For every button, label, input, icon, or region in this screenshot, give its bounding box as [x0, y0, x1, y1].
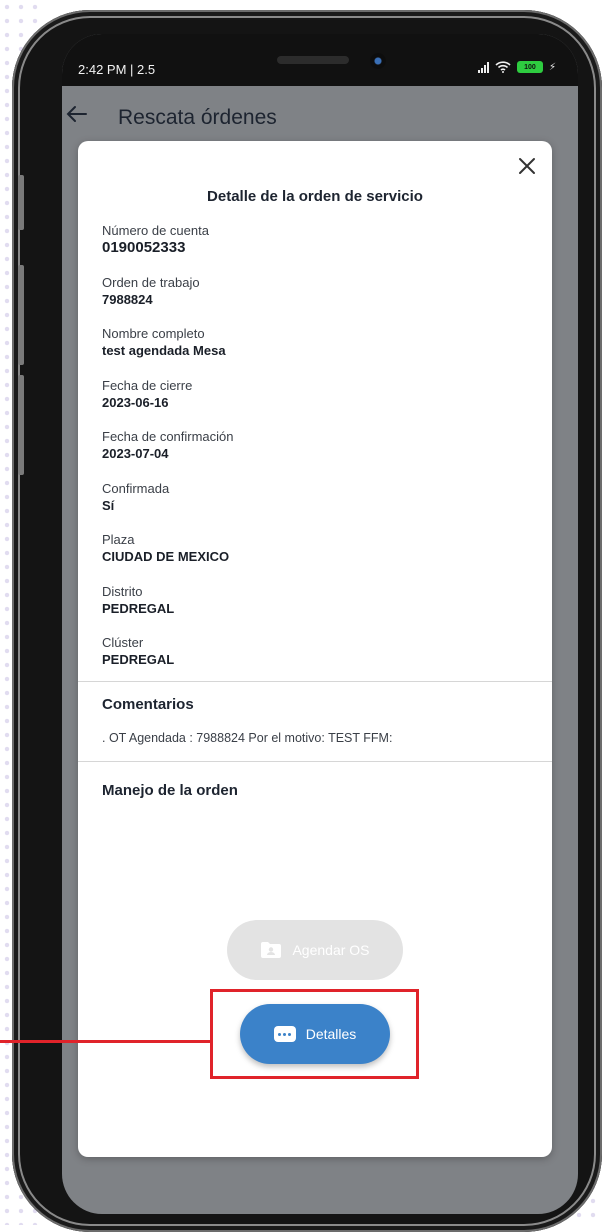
field-value: 0190052333: [102, 239, 186, 256]
page-title: Rescata órdenes: [118, 106, 277, 129]
folder-user-icon: [260, 941, 282, 959]
field-value: CIUDAD DE MEXICO: [102, 549, 230, 564]
field-label: Fecha de confirmación: [102, 429, 234, 444]
field-value: 2023-07-04: [102, 446, 169, 461]
field-account-number: Número de cuenta 0190052333: [102, 222, 234, 274]
field-plaza: Plaza CIUDAD DE MEXICO: [102, 531, 234, 583]
field-label: Fecha de cierre: [102, 377, 193, 393]
field-work-order: Orden de trabajo 7988824: [102, 274, 234, 326]
field-close-date: Fecha de cierre 2023-06-16: [102, 377, 234, 429]
front-camera: [370, 53, 386, 69]
status-icons: 100 ⚡: [477, 61, 556, 73]
charging-icon: ⚡: [548, 61, 556, 73]
comments-text: . OT Agendada : 7988824 Por el motivo: T…: [102, 731, 393, 745]
field-label: Orden de trabajo: [102, 274, 200, 290]
field-value: PEDREGAL: [102, 600, 175, 616]
field-confirmation-date: Fecha de confirmación 2023-07-04: [102, 428, 234, 480]
wifi-icon: [495, 61, 511, 73]
divider: [78, 761, 552, 762]
field-label: Número de cuenta: [102, 223, 209, 238]
field-confirmed: Confirmada Sí: [102, 480, 234, 532]
field-label: Plaza: [102, 532, 135, 547]
field-value: 7988824: [102, 291, 153, 307]
annotation-pointer-line: [0, 1040, 212, 1043]
arrow-left-icon[interactable]: [64, 104, 88, 128]
battery-icon: 100: [516, 61, 543, 73]
field-label: Distrito: [102, 583, 143, 599]
status-bar: 2:42 PM | 2.5 100 ⚡: [62, 34, 578, 86]
status-time: 2:42 PM | 2.5: [78, 62, 156, 77]
field-cluster: Clúster PEDREGAL: [102, 634, 234, 686]
field-value: Sí: [102, 497, 115, 513]
close-icon[interactable]: [516, 155, 538, 177]
field-value: PEDREGAL: [102, 652, 175, 667]
field-label: Confirmada: [102, 480, 170, 496]
dialog-title: Detalle de la orden de servicio: [207, 188, 423, 205]
order-handling-heading: Manejo de la orden: [102, 782, 238, 799]
speaker-grille: [277, 56, 349, 64]
schedule-os-label: Agendar OS: [292, 942, 370, 958]
schedule-os-button: Agendar OS: [227, 920, 403, 980]
side-button: [18, 175, 24, 230]
comments-heading: Comentarios: [102, 696, 194, 713]
field-value: test agendada Mesa: [102, 343, 226, 358]
field-label: Clúster: [102, 635, 144, 650]
highlight-box: [210, 989, 419, 1079]
divider: [78, 681, 552, 682]
field-full-name: Nombre completo test agendada Mesa: [102, 325, 234, 377]
volume-up-button: [18, 265, 24, 365]
field-district: Distrito PEDREGAL: [102, 583, 234, 635]
volume-down-button: [18, 375, 24, 475]
field-value: 2023-06-16: [102, 394, 169, 410]
order-fields: Número de cuenta 0190052333 Orden de tra…: [102, 222, 234, 686]
app-bar: Rescata órdenes: [62, 86, 578, 144]
signal-icon: [477, 61, 489, 73]
field-label: Nombre completo: [102, 326, 205, 341]
